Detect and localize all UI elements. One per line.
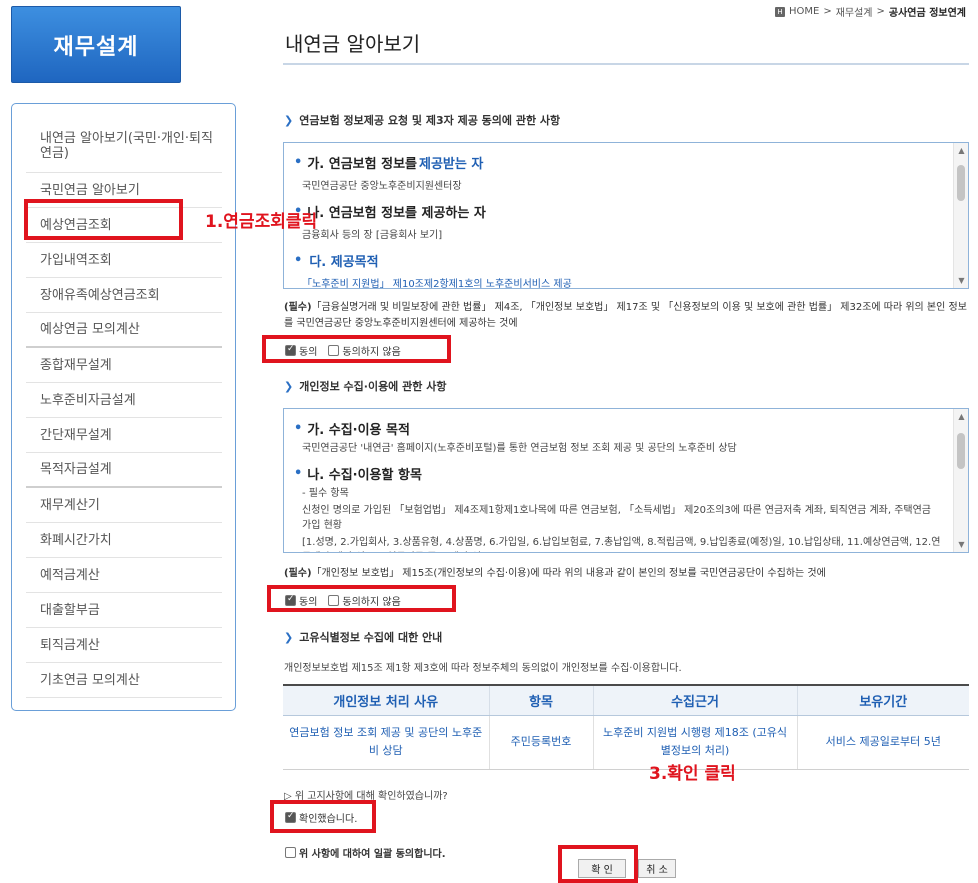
- table-header: 수집근거: [593, 684, 798, 716]
- box-heading: • 나. 연금보험 정보를 제공하는 자: [294, 202, 942, 221]
- box-heading-text: 가. 연금보험 정보를: [307, 157, 417, 172]
- bullet-icon: •: [294, 253, 303, 268]
- all-agree-checkbox[interactable]: [285, 847, 296, 858]
- sidebar-item-time-value[interactable]: 화폐시간가치: [26, 523, 222, 558]
- sidebar-item-basic-pension[interactable]: 기초연금 모의계산: [26, 663, 222, 698]
- bullet-icon: •: [294, 466, 303, 481]
- annotation-box-sidebar: [24, 199, 183, 240]
- chevron-right-icon: ❯: [284, 630, 294, 644]
- table-header: 보유기간: [797, 684, 969, 716]
- scroll-up-icon[interactable]: ▲: [954, 412, 968, 421]
- box-heading-text: 나. 수집·이용할 항목: [307, 468, 422, 483]
- breadcrumb-level1[interactable]: 재무설계: [836, 4, 873, 19]
- scroll-down-icon[interactable]: ▼: [954, 276, 968, 285]
- table-header-row: 개인정보 처리 사유 항목 수집근거 보유기간: [283, 684, 969, 716]
- box-text: [1.성명, 2.가입회사, 3.상품유형, 4.상품명, 6.가입일, 6.납…: [302, 537, 941, 548]
- table-cell: 서비스 제공일로부터 5년: [797, 715, 969, 770]
- breadcrumb-separator: >: [876, 6, 885, 17]
- annotation-step1: 1.연금조회클릭: [205, 212, 318, 232]
- breadcrumb-current: 공사연금 정보연계: [888, 8, 966, 19]
- all-agree-label[interactable]: 위 사항에 대하여 일괄 동의합니다.: [299, 845, 446, 860]
- sidebar-item-goal-fund[interactable]: 목적자금설계: [26, 453, 222, 488]
- bullet-icon: •: [294, 155, 303, 170]
- sidebar-item-calculator[interactable]: 재무계산기: [26, 488, 222, 523]
- box-heading-highlight: 제공받는 자: [418, 157, 484, 172]
- bullet-icon: •: [294, 421, 303, 436]
- sidebar-item-subscription-history[interactable]: 가입내역조회: [26, 243, 222, 278]
- required-label: (필수): [284, 302, 312, 313]
- sidebar-item-loan-installment[interactable]: 대출할부금: [26, 593, 222, 628]
- section1-scrollbox[interactable]: • 가. 연금보험 정보를 제공받는 자 국민연금공단 중앙노후준비지원센터장 • 나…: [283, 142, 969, 289]
- table-header: 개인정보 처리 사유: [283, 684, 490, 716]
- section1-title: 연금보험 정보제공 요청 및 제3자 제공 동의에 관한 사항: [299, 114, 561, 127]
- identifier-info-table: 개인정보 처리 사유 항목 수집근거 보유기간 연금보험 정보 조회 제공 및 …: [283, 684, 969, 770]
- box-text: 국민연금공단 '내연금' 홈페이지(노후준비포털)를 통한 연금보험 정보 조회…: [302, 443, 737, 454]
- scroll-thumb[interactable]: [957, 433, 965, 469]
- home-icon: H: [774, 6, 785, 17]
- section1-heading: ❯ 연금보험 정보제공 요청 및 제3자 제공 동의에 관한 사항: [284, 112, 560, 128]
- section2-consent-text: (필수)「개인정보 보호법」 제15조(개인정보의 수집·이용)에 따라 위의 …: [284, 566, 970, 582]
- sidebar-item-deposit-calc[interactable]: 예적금계산: [26, 558, 222, 593]
- box-text: 신청인 명의로 가입된 「보험업법」 제4조제1항제1호나목에 따른 연금보험,…: [302, 505, 932, 531]
- sidebar-item-simple-plan[interactable]: 간단재무설계: [26, 418, 222, 453]
- table-cell: 주민등록번호: [489, 715, 594, 770]
- breadcrumb-home[interactable]: HOME: [789, 6, 819, 17]
- annotation-box-consent2: [267, 585, 456, 612]
- section3-description: 개인정보보호법 제15조 제1항 제3호에 따라 정보주체의 동의없이 개인정보…: [284, 663, 682, 674]
- required-label: (필수): [284, 568, 312, 579]
- sidebar-item-severance-calc[interactable]: 퇴직금계산: [26, 628, 222, 663]
- sidebar-item-my-pension[interactable]: 내연금 알아보기(국민·개인·퇴직연금): [26, 120, 222, 173]
- scroll-thumb[interactable]: [957, 165, 965, 201]
- table-row: 연금보험 정보 조회 제공 및 공단의 노후준비 상담 주민등록번호 노후준비 …: [283, 715, 969, 770]
- box-text: 금융회사 등의 장 [금융회사 보기]: [302, 230, 443, 241]
- sidebar-nav: 내연금 알아보기(국민·개인·퇴직연금) 국민연금 알아보기 예상연금조회 가입…: [11, 103, 236, 711]
- title-divider: [283, 63, 969, 65]
- scroll-down-icon[interactable]: ▼: [954, 540, 968, 549]
- breadcrumb: H HOME > 재무설계 > 공사연금 정보연계: [774, 4, 966, 19]
- table-cell: 연금보험 정보 조회 제공 및 공단의 노후준비 상담: [283, 715, 490, 770]
- section1-consent-text: (필수)「금융실명거래 및 비밀보장에 관한 법률」 제4조, 「개인정보 보호…: [284, 300, 970, 332]
- annotation-step3: 3.확인 클릭: [649, 764, 736, 784]
- chevron-right-icon: ❯: [284, 379, 294, 393]
- section2-scrollbox[interactable]: • 가. 수집·이용 목적 국민연금공단 '내연금' 홈페이지(노후준비포털)를 …: [283, 408, 969, 553]
- sidebar-item-disability-survivor[interactable]: 장애유족예상연금조회: [26, 278, 222, 313]
- box-text: 「노후준비 지원법」 제10조제2항제1호의 노후준비서비스 제공: [302, 279, 572, 289]
- chevron-right-icon: ❯: [284, 113, 294, 127]
- scroll-up-icon[interactable]: ▲: [954, 146, 968, 155]
- box-text: 국민연금공단 중앙노후준비지원센터장: [302, 181, 462, 192]
- consent-text: 「금융실명거래 및 비밀보장에 관한 법률」 제4조, 「개인정보 보호법」 제…: [284, 302, 967, 329]
- scrollbar[interactable]: ▲ ▼: [953, 409, 968, 552]
- annotation-box-confirm-check: [270, 800, 376, 833]
- box-heading-text: 나. 연금보험 정보를 제공하는 자: [307, 206, 486, 221]
- section2-heading: ❯ 개인정보 수집·이용에 관한 사항: [284, 378, 446, 394]
- section-logo: 재무설계: [11, 6, 181, 83]
- section3-heading: ❯ 고유식별정보 수집에 대한 안내: [284, 629, 442, 645]
- scrollbar[interactable]: ▲ ▼: [953, 143, 968, 288]
- box-heading: • 가. 연금보험 정보를 제공받는 자: [294, 153, 942, 172]
- box-heading: • 가. 수집·이용 목적: [294, 419, 942, 438]
- sidebar-item-retirement-fund[interactable]: 노후준비자금설계: [26, 383, 222, 418]
- box-heading-text: 다. 제공목적: [309, 255, 379, 270]
- breadcrumb-separator: >: [823, 6, 832, 17]
- box-heading-text: 가. 수집·이용 목적: [307, 423, 410, 438]
- annotation-box-consent1: [262, 335, 451, 363]
- sidebar-item-pension-simulation[interactable]: 예상연금 모의계산: [26, 313, 222, 348]
- table-header: 항목: [489, 684, 594, 716]
- cancel-button[interactable]: 취 소: [638, 859, 676, 878]
- section2-title: 개인정보 수집·이용에 관한 사항: [299, 380, 447, 393]
- sidebar-item-comprehensive-plan[interactable]: 종합재무설계: [26, 348, 222, 383]
- box-heading: • 나. 수집·이용할 항목: [294, 464, 942, 483]
- box-text: - 필수 항목: [302, 488, 349, 499]
- annotation-box-confirm-button: [558, 845, 638, 883]
- consent-text: 「개인정보 보호법」 제15조(개인정보의 수집·이용)에 따라 위의 내용과 …: [311, 568, 826, 579]
- page-title: 내연금 알아보기: [285, 32, 421, 56]
- all-agree-row: 위 사항에 대하여 일괄 동의합니다.: [285, 845, 446, 860]
- section3-title: 고유식별정보 수집에 대한 안내: [299, 631, 443, 644]
- box-heading: • 다. 제공목적: [294, 251, 942, 270]
